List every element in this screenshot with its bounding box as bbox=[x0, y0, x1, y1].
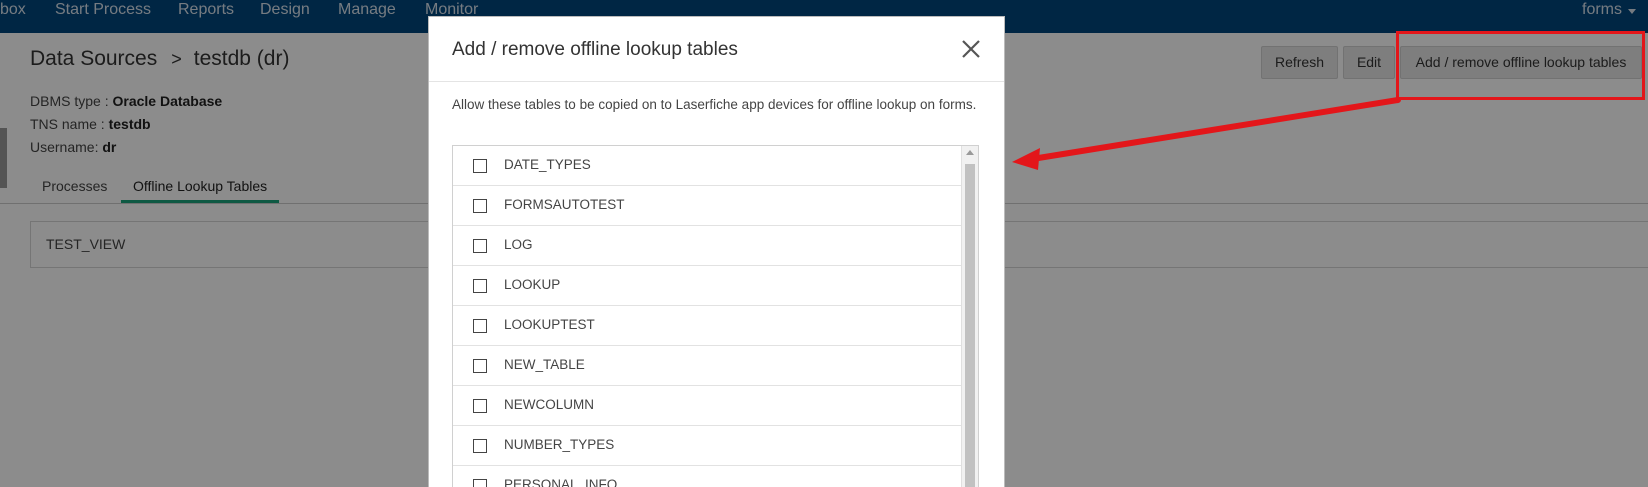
table-row[interactable]: NEW_TABLE bbox=[453, 346, 961, 386]
table-name: DATE_TYPES bbox=[504, 157, 591, 172]
add-remove-tables-dialog: Add / remove offline lookup tables Allow… bbox=[428, 16, 1005, 487]
table-row[interactable]: PERSONAL_INFO bbox=[453, 466, 961, 487]
scrollbar-thumb[interactable] bbox=[965, 164, 975, 487]
checkbox[interactable] bbox=[473, 399, 487, 413]
table-name: PERSONAL_INFO bbox=[504, 477, 618, 487]
checkbox[interactable] bbox=[473, 319, 487, 333]
dialog-description: Allow these tables to be copied on to La… bbox=[452, 97, 977, 112]
checkbox[interactable] bbox=[473, 359, 487, 373]
scroll-up-icon[interactable] bbox=[966, 150, 974, 155]
table-row[interactable]: FORMSAUTOTEST bbox=[453, 186, 961, 226]
table-name: NEWCOLUMN bbox=[504, 397, 594, 412]
checkbox[interactable] bbox=[473, 159, 487, 173]
checkbox[interactable] bbox=[473, 479, 487, 487]
table-name: LOOKUPTEST bbox=[504, 317, 595, 332]
table-row[interactable]: LOOKUP bbox=[453, 266, 961, 306]
table-row[interactable]: NUMBER_TYPES bbox=[453, 426, 961, 466]
table-name: LOG bbox=[504, 237, 533, 252]
table-name: FORMSAUTOTEST bbox=[504, 197, 625, 212]
checkbox[interactable] bbox=[473, 279, 487, 293]
dialog-title: Add / remove offline lookup tables bbox=[452, 39, 738, 60]
table-row[interactable]: NEWCOLUMN bbox=[453, 386, 961, 426]
list-scrollbar[interactable] bbox=[961, 146, 978, 487]
close-icon[interactable] bbox=[958, 36, 984, 62]
table-name: NEW_TABLE bbox=[504, 357, 585, 372]
checkbox[interactable] bbox=[473, 199, 487, 213]
table-name: LOOKUP bbox=[504, 277, 561, 292]
table-row[interactable]: LOG bbox=[453, 226, 961, 266]
checkbox[interactable] bbox=[473, 439, 487, 453]
table-checkbox-list: DATE_TYPES FORMSAUTOTEST LOG LOOKUP LOOK… bbox=[452, 145, 979, 487]
table-row[interactable]: LOOKUPTEST bbox=[453, 306, 961, 346]
table-name: NUMBER_TYPES bbox=[504, 437, 615, 452]
dialog-divider bbox=[429, 81, 1004, 82]
checkbox[interactable] bbox=[473, 239, 487, 253]
table-row[interactable]: DATE_TYPES bbox=[453, 146, 961, 186]
